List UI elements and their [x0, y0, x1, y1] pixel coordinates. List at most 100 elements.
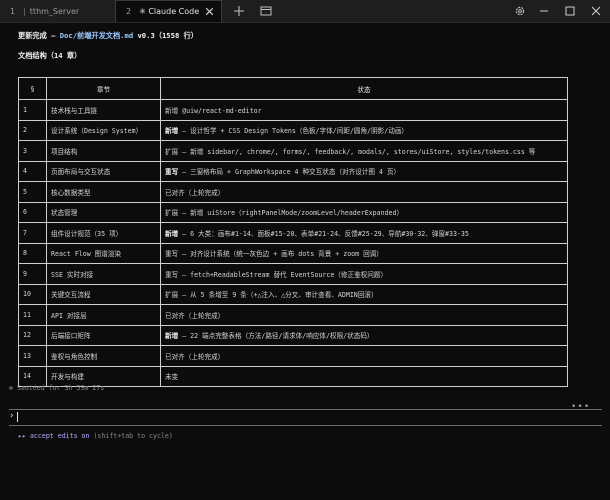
chapter-status: 重写 — fetch+ReadableStream 替代 EventSource… — [160, 263, 568, 285]
accept-edits-status[interactable]: ▸▸ accept edits on (shift+tab to cycle) — [18, 432, 173, 440]
tab-title: tthm_Server — [29, 6, 80, 16]
chapter-name: React Flow 图谱渲染 — [46, 242, 161, 264]
chapter-status: 新增 — 设计哲学 + CSS Design Tokens（色板/字体/间距/圆… — [160, 119, 568, 141]
chapter-name: 核心数据类型 — [46, 181, 161, 203]
section-number: 13 — [18, 345, 47, 367]
status-text: 新增 @uiw/react-md-editor — [165, 106, 262, 115]
chapter-status: 已对齐（上轮完成） — [160, 181, 568, 203]
status-text: — 设计哲学 + CSS Design Tokens（色板/字体/间距/圆角/阴… — [178, 127, 409, 136]
new-tab-icon[interactable] — [232, 4, 246, 18]
section-number: 9 — [18, 263, 47, 285]
status-text: 扩展 — 新增 sidebar/, chrome/, forms/, feedb… — [165, 147, 536, 156]
status-text: 扩展 — 从 5 条增至 9 条（+△注入、△分叉、审计查看、ADMIN回滚） — [165, 291, 378, 300]
status-lead: 新增 — [165, 332, 179, 341]
chapter-name: 技术栈与工具链 — [46, 99, 161, 121]
prompt-input[interactable] — [17, 412, 18, 422]
maximize-icon — [565, 6, 575, 16]
more-icon[interactable]: ••• — [571, 402, 590, 412]
tab-separator: | — [23, 6, 26, 16]
table-row: 6 状态管理 扩展 — 新增 uiStore（rightPanelMode/zoom… — [18, 201, 568, 223]
gear-icon — [515, 6, 525, 16]
chapter-name: 鉴权与角色控制 — [46, 345, 161, 367]
section-number: 8 — [18, 242, 47, 264]
table-row: 2 设计系统（Design System） 新增 — 设计哲学 + CSS Desi… — [18, 119, 568, 141]
table-row: 8 React Flow 图谱渲染 重写 — 对齐设计系统（统一灰色边 + 画布 d… — [18, 242, 568, 264]
table-row: 13 鉴权与角色控制 已对齐（上轮完成） — [18, 345, 568, 367]
chapter-table: § 章节 状态 1 技术栈与工具链 新增 @uiw/react-md-editor 2… — [18, 77, 568, 387]
status-text: 扩展 — 新增 uiStore（rightPanelMode/zoomLevel… — [165, 209, 404, 218]
settings-button[interactable] — [507, 0, 533, 22]
accept-edits-arrows: ▸▸ — [18, 432, 26, 440]
chapter-status: 新增 — 22 端点完整表格（方法/路径/请求体/响应体/权限/状态码） — [160, 324, 568, 346]
status-text: — 三窗格布局 + GraphWorkspace 4 种交互状态（对齐设计图 4… — [178, 168, 401, 177]
table-header-row: § 章节 状态 — [18, 77, 568, 100]
chapter-status: 已对齐（上轮完成） — [160, 345, 568, 367]
chapter-status: 未变 — [160, 365, 568, 387]
status-text: 已对齐（上轮完成） — [165, 352, 225, 361]
chapter-name: 设计系统（Design System） — [46, 119, 161, 141]
chapter-status: 扩展 — 从 5 条增至 9 条（+△注入、△分叉、审计查看、ADMIN回滚） — [160, 283, 568, 305]
close-icon[interactable] — [204, 6, 215, 17]
tab-claude-code[interactable]: 2 ✳ Claude Code — [115, 0, 222, 22]
chapter-name: 页面布局与交互状态 — [46, 160, 161, 182]
accept-edits-label: accept edits on — [29, 432, 90, 440]
chapter-status: 扩展 — 新增 sidebar/, chrome/, forms/, feedb… — [160, 140, 568, 162]
status-text: 重写 — 对齐设计系统（统一灰色边 + 画布 dots 背景 + zoom 回调… — [165, 250, 383, 259]
chapter-name: 关键交互流程 — [46, 283, 161, 305]
status-text: 重写 — fetch+ReadableStream 替代 EventSource… — [165, 270, 388, 279]
table-row: 1 技术栈与工具链 新增 @uiw/react-md-editor — [18, 99, 568, 121]
status-text: — 6 大类：画布#1-14、面板#15-20、表单#21-24、反馈#25-2… — [178, 229, 469, 238]
table-row: 12 后端接口矩阵 新增 — 22 端点完整表格（方法/路径/请求体/响应体/权限/… — [18, 324, 568, 346]
tab-list-icon[interactable] — [259, 4, 273, 18]
chapter-name: 后端接口矩阵 — [46, 324, 161, 346]
column-header: 状态 — [160, 77, 568, 100]
section-number: 1 — [18, 99, 47, 121]
minimize-button[interactable] — [531, 0, 557, 22]
tab-number: 2 — [126, 7, 132, 16]
chapter-name: SSE 实时对接 — [46, 263, 161, 285]
section-number: 2 — [18, 119, 47, 141]
table-row: 5 核心数据类型 已对齐（上轮完成） — [18, 181, 568, 203]
table-row: 10 关键交互流程 扩展 — 从 5 条增至 9 条（+△注入、△分叉、审计查看、A… — [18, 283, 568, 305]
maximize-button[interactable] — [557, 0, 583, 22]
tab-number: 1 — [10, 6, 16, 16]
tab-title: ✳ Claude Code — [139, 7, 200, 16]
status-text: 已对齐（上轮完成） — [165, 311, 225, 320]
update-suffix: v0.3（1558 行） — [133, 31, 198, 40]
update-prefix: 更新完成 — — [18, 31, 60, 40]
tab-tthm-server[interactable]: 1 | tthm_Server — [0, 0, 115, 22]
section-number: 5 — [18, 181, 47, 203]
minimize-icon — [540, 10, 548, 12]
chapter-status: 重写 — 三窗格布局 + GraphWorkspace 4 种交互状态（对齐设计… — [160, 160, 568, 182]
section-number: 3 — [18, 140, 47, 162]
status-text: 未变 — [165, 373, 179, 382]
table-row: 9 SSE 实时对接 重写 — fetch+ReadableStream 替代 Ev… — [18, 263, 568, 285]
section-number: 4 — [18, 160, 47, 182]
chapter-status: 新增 @uiw/react-md-editor — [160, 99, 568, 121]
column-header: § — [18, 77, 47, 100]
update-file[interactable]: Doc/前端开发文档.md — [60, 31, 133, 40]
section-number: 7 — [18, 222, 47, 244]
section-number: 10 — [18, 283, 47, 305]
close-window-button[interactable] — [583, 0, 609, 22]
chapter-name: 组件设计规范（35 项） — [46, 222, 161, 244]
section-number: 6 — [18, 201, 47, 223]
status-lead: 重写 — [165, 168, 179, 177]
table-row: 7 组件设计规范（35 项） 新增 — 6 大类：画布#1-14、面板#15-20、… — [18, 222, 568, 244]
accept-edits-hint: (shift+tab to cycle) — [89, 432, 173, 440]
chapter-status: 新增 — 6 大类：画布#1-14、面板#15-20、表单#21-24、反馈#2… — [160, 222, 568, 244]
title-bar: 1 | tthm_Server 2 ✳ Claude Code — [0, 0, 610, 23]
status-text: 已对齐（上轮完成） — [165, 188, 225, 197]
update-summary: 更新完成 — Doc/前端开发文档.md v0.3（1558 行） — [18, 31, 198, 41]
table-row: 11 API 对接层 已对齐（上轮完成） — [18, 304, 568, 326]
column-header: 章节 — [46, 77, 161, 100]
chapter-name: API 对接层 — [46, 304, 161, 326]
elapsed-time: ✻ Sautéed for 3h 59m 27s — [9, 384, 105, 392]
chapter-status: 扩展 — 新增 uiStore（rightPanelMode/zoomLevel… — [160, 201, 568, 223]
status-text: — 22 端点完整表格（方法/路径/请求体/响应体/权限/状态码） — [178, 332, 374, 341]
structure-heading: 文档结构（14 章） — [18, 51, 82, 60]
status-lead: 新增 — [165, 127, 179, 136]
chapter-status: 重写 — 对齐设计系统（统一灰色边 + 画布 dots 背景 + zoom 回调… — [160, 242, 568, 264]
section-number: 11 — [18, 304, 47, 326]
chapter-status: 已对齐（上轮完成） — [160, 304, 568, 326]
